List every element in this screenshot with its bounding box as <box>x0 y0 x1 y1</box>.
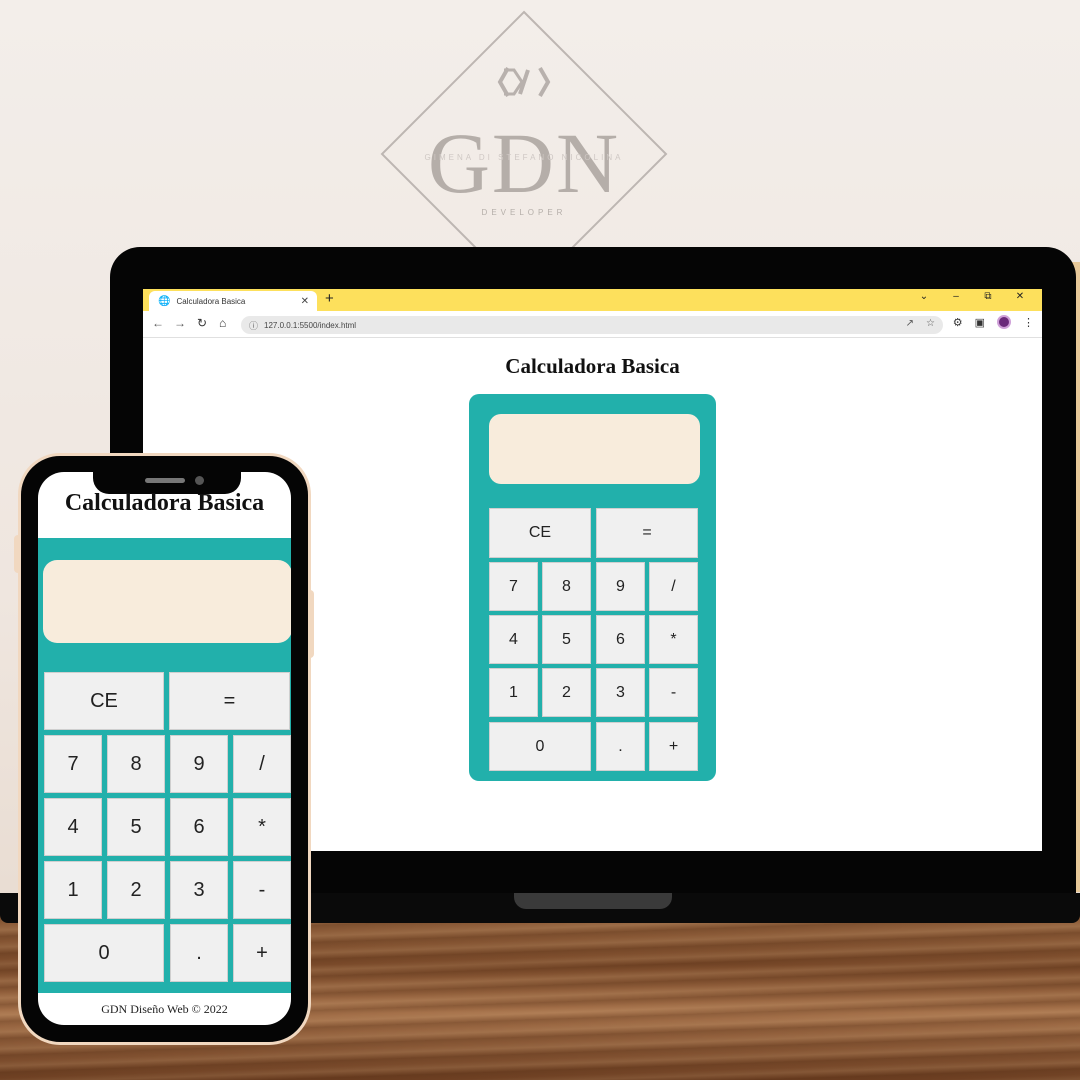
bookmark-star-icon[interactable]: ☆ <box>926 318 935 329</box>
minus-button[interactable]: - <box>233 861 291 919</box>
key-3-button[interactable]: 3 <box>170 861 228 919</box>
browser-tab-bar: 🌐 Calculadora Basica ✕ + ⌄ – ⧉ ✕ <box>143 289 1042 311</box>
plus-button[interactable]: + <box>233 924 291 982</box>
toolbar-actions: ⚙ ▣ ⋮ <box>953 315 1034 329</box>
tab-title: Calculadora Basica <box>176 296 246 306</box>
close-window-icon[interactable]: ✕ <box>1004 291 1036 302</box>
page-title: Calculadora Basica <box>505 354 680 378</box>
decimal-button[interactable]: . <box>596 722 645 771</box>
phone-screen: Calculadora Basica CE = 7 8 9 / 4 5 6 * … <box>38 472 291 1025</box>
laptop-hinge-notch <box>514 893 672 909</box>
key-7-button[interactable]: 7 <box>489 562 538 611</box>
minus-button[interactable]: - <box>649 668 698 717</box>
speaker-grille <box>145 478 185 483</box>
restore-icon[interactable]: ⧉ <box>972 291 1004 302</box>
equals-button[interactable]: = <box>169 672 290 730</box>
key-6-button[interactable]: 6 <box>170 798 228 856</box>
key-1-button[interactable]: 1 <box>44 861 102 919</box>
extensions-puzzle-icon[interactable]: ⚙ <box>953 316 963 329</box>
key-5-button[interactable]: 5 <box>107 798 165 856</box>
key-8-button[interactable]: 8 <box>542 562 591 611</box>
profile-avatar[interactable] <box>997 315 1011 329</box>
share-icon[interactable]: ↗ <box>906 318 914 329</box>
minimize-icon[interactable]: – <box>940 291 972 302</box>
clear-button[interactable]: CE <box>489 508 591 558</box>
svg-text:GIMENA DI STEFANO NICOLINA: GIMENA DI STEFANO NICOLINA <box>425 153 624 162</box>
key-4-button[interactable]: 4 <box>489 615 538 664</box>
key-6-button[interactable]: 6 <box>596 615 645 664</box>
key-7-button[interactable]: 7 <box>44 735 102 793</box>
divide-button[interactable]: / <box>649 562 698 611</box>
globe-icon: 🌐 <box>158 295 171 307</box>
key-1-button[interactable]: 1 <box>489 668 538 717</box>
page-title: Calculadora Basica <box>64 490 265 516</box>
svg-text:GDN: GDN <box>428 115 620 211</box>
key-3-button[interactable]: 3 <box>596 668 645 717</box>
side-panel-icon[interactable]: ▣ <box>975 316 985 329</box>
forward-arrow-icon[interactable]: → <box>174 316 186 330</box>
calculator: CE = 7 8 9 / 4 5 6 * 1 2 3 - 0 . + <box>38 538 291 993</box>
decimal-button[interactable]: . <box>170 924 228 982</box>
plus-button[interactable]: + <box>649 722 698 771</box>
reload-icon[interactable]: ↻ <box>197 316 207 330</box>
key-0-button[interactable]: 0 <box>44 924 164 982</box>
key-2-button[interactable]: 2 <box>542 668 591 717</box>
page-footer: GDN Diseño Web © 2022 <box>101 1002 228 1016</box>
key-0-button[interactable]: 0 <box>489 722 591 771</box>
new-tab-icon[interactable]: + <box>325 290 334 307</box>
svg-text:DEVELOPER: DEVELOPER <box>482 208 567 217</box>
address-bar[interactable]: ⓘ 127.0.0.1:5500/index.html ↗ ☆ <box>241 316 943 334</box>
front-camera-icon <box>195 476 204 485</box>
browser-tab[interactable]: 🌐 Calculadora Basica ✕ <box>149 291 317 311</box>
key-5-button[interactable]: 5 <box>542 615 591 664</box>
menu-kebab-icon[interactable]: ⋮ <box>1023 316 1034 329</box>
browser-toolbar: ← → ↻ ⌂ ⓘ 127.0.0.1:5500/index.html ↗ ☆ … <box>143 311 1042 338</box>
close-tab-icon[interactable]: ✕ <box>301 296 309 307</box>
home-icon[interactable]: ⌂ <box>219 316 226 330</box>
tab-search-chevron-icon[interactable]: ⌄ <box>908 291 940 302</box>
key-9-button[interactable]: 9 <box>596 562 645 611</box>
calculator: CE = 7 8 9 / 4 5 6 * 1 2 3 - 0 . + <box>469 394 716 781</box>
multiply-button[interactable]: * <box>233 798 291 856</box>
calculator-display <box>489 414 700 484</box>
clear-button[interactable]: CE <box>44 672 164 730</box>
key-8-button[interactable]: 8 <box>107 735 165 793</box>
key-2-button[interactable]: 2 <box>107 861 165 919</box>
phone: Calculadora Basica CE = 7 8 9 / 4 5 6 * … <box>18 453 311 1045</box>
calculator-display <box>43 560 291 643</box>
multiply-button[interactable]: * <box>649 615 698 664</box>
key-4-button[interactable]: 4 <box>44 798 102 856</box>
key-9-button[interactable]: 9 <box>170 735 228 793</box>
equals-button[interactable]: = <box>596 508 698 558</box>
window-controls: ⌄ – ⧉ ✕ <box>908 291 1036 302</box>
url-text: 127.0.0.1:5500/index.html <box>264 320 357 330</box>
site-info-icon[interactable]: ⓘ <box>249 319 258 332</box>
divide-button[interactable]: / <box>233 735 291 793</box>
back-arrow-icon[interactable]: ← <box>152 316 164 330</box>
